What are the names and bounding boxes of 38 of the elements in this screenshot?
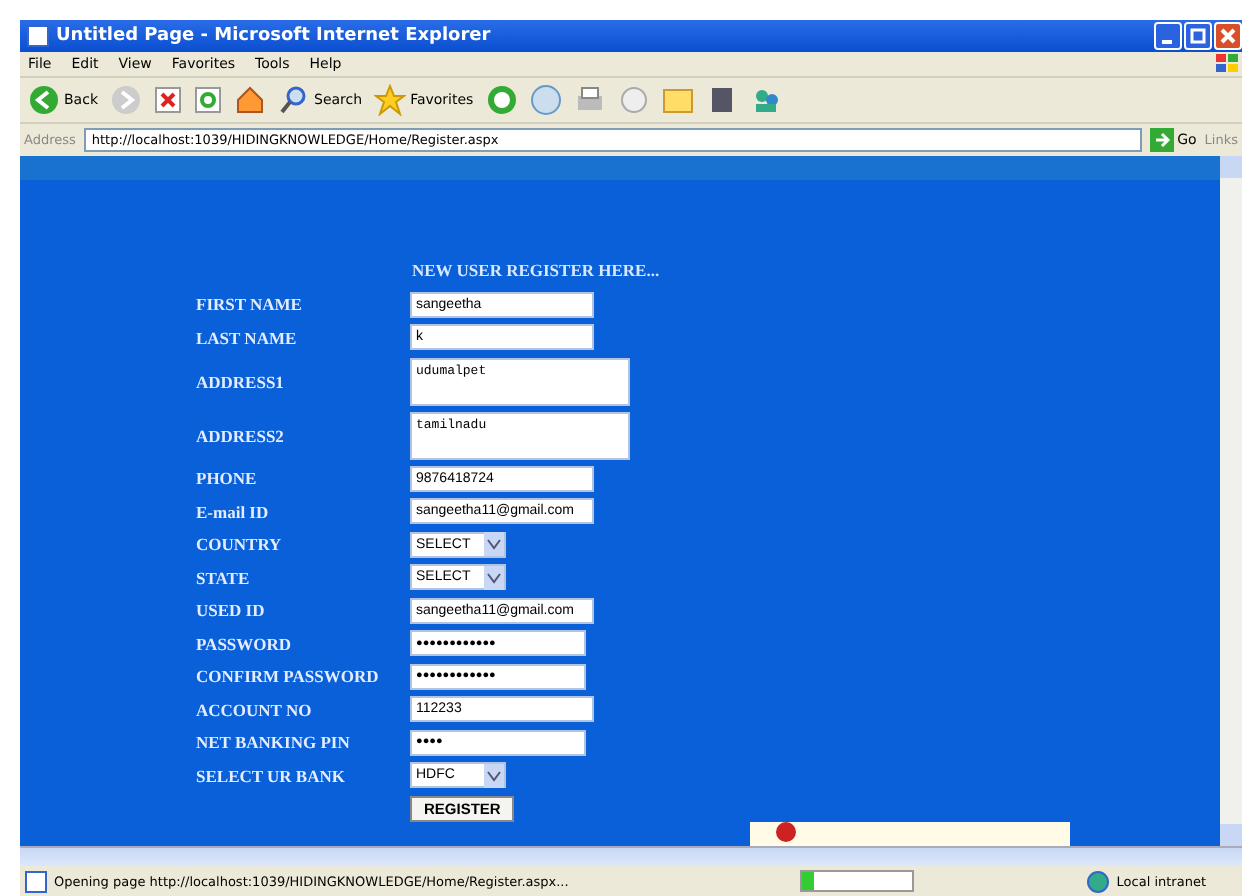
folder-icon[interactable] [661, 84, 694, 116]
globe-icon [1086, 869, 1111, 893]
page-icon [24, 869, 48, 893]
history-icon[interactable] [485, 84, 518, 116]
close-icon [1220, 28, 1236, 44]
go-arrow-icon [1149, 128, 1174, 152]
progress-bar [800, 870, 914, 892]
field-label: ACCOUNT NO [196, 699, 314, 720]
home-icon[interactable] [234, 84, 266, 116]
field-label: PASSWORD [196, 633, 294, 654]
maximize-icon [1190, 28, 1206, 44]
stop-icon[interactable] [154, 86, 182, 114]
field-label: E-mail ID [196, 501, 271, 522]
field-label: NET BANKING PIN [196, 732, 352, 753]
field-label: STATE [196, 567, 252, 588]
form-heading: NEW USER REGISTER HERE... [412, 260, 662, 280]
field-label: CONFIRM PASSWORD [196, 666, 381, 687]
field-label: SELECT UR BANK [196, 765, 347, 786]
field-label: USED ID [196, 600, 267, 621]
refresh-icon[interactable] [194, 86, 222, 114]
forward-icon[interactable] [110, 84, 142, 116]
field-label: LAST NAME [196, 327, 299, 348]
field-label: COUNTRY [196, 534, 284, 555]
maximize-button[interactable] [1184, 22, 1212, 50]
field-label: ADDRESS2 [196, 425, 286, 445]
page-icon [26, 24, 50, 48]
close-button[interactable] [1214, 22, 1242, 50]
window-title: Untitled Page - Microsoft Internet Explorer [56, 26, 493, 46]
search-icon [278, 84, 310, 116]
vertical-scrollbar[interactable] [1220, 156, 1242, 846]
star-icon [374, 84, 407, 116]
minimize-button[interactable] [1154, 22, 1182, 50]
field-label: FIRST NAME [196, 294, 304, 315]
horizontal-scrollbar[interactable] [20, 846, 1242, 866]
field-label: ADDRESS1 [196, 371, 286, 391]
field-label: PHONE [196, 468, 259, 489]
windows-flag-icon [1214, 52, 1242, 76]
printer-icon[interactable] [573, 84, 606, 116]
